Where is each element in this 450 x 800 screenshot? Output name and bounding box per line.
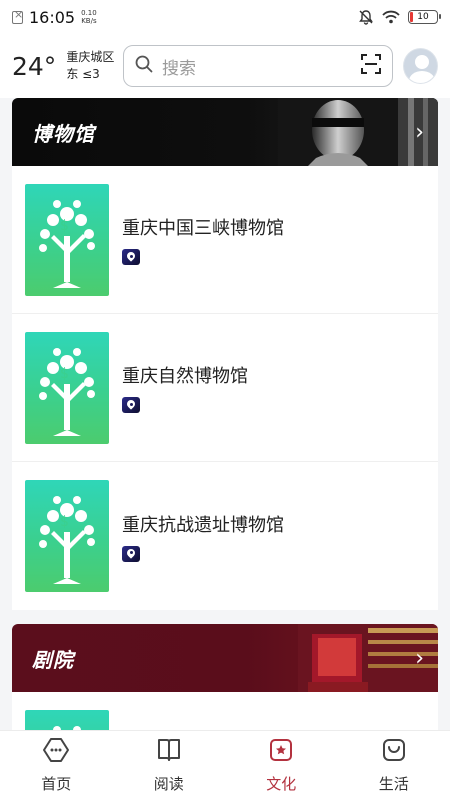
battery-fill [410,12,413,22]
weather-location[interactable]: 重庆城区 东 ≤3 [66,49,117,83]
tree-logo-icon: $ [39,347,95,436]
museum-list: $ 重庆中国三峡博物馆 $ 重庆自然博物馆 $ 重庆抗战遗址博物馆 [12,166,438,610]
museum-name: 重庆中国三峡博物馆 [122,218,284,239]
tab-culture-label: 文化 [266,775,297,793]
tab-life[interactable]: 生活 [338,731,450,800]
svg-text:$: $ [60,218,69,234]
museum-name: 重庆抗战遗址博物馆 [122,514,284,536]
theatre-section-banner[interactable]: 剧院 › [12,624,438,692]
book-icon [156,737,182,767]
culture-icon [268,737,294,767]
museum-section-banner[interactable]: 博物馆 › [12,98,438,166]
tree-logo-icon: $ [39,199,95,288]
tab-life-label: 生活 [378,775,409,793]
tab-reading-label: 阅读 [153,775,184,793]
chevron-right-icon: › [415,120,424,145]
life-bag-icon [381,737,407,767]
museum-name: 重庆自然博物馆 [122,366,248,387]
list-item[interactable]: $ 重庆自然博物馆 [12,314,438,462]
battery-indicator: 10 [408,10,441,24]
content-scroll[interactable]: 博物馆 › $ 重庆中国三峡博物馆 $ 重庆自然博物馆 $ 重庆抗战遗址博物馆 … [12,98,438,730]
svg-text:$: $ [60,514,69,530]
location-pin-icon[interactable] [122,249,140,265]
avatar[interactable] [402,48,439,84]
museum-thumbnail: $ [25,183,109,296]
search-bar[interactable]: 搜索 [123,45,393,87]
chevron-right-icon: › [415,646,424,671]
tree-logo-icon: $ [39,496,95,584]
section-gap [12,610,438,624]
tab-home[interactable]: 首页 [0,731,113,800]
tab-reading[interactable]: 阅读 [113,731,226,800]
scan-icon[interactable] [360,53,382,79]
search-icon [134,54,154,78]
museum-section-title: 博物馆 [32,122,95,146]
tree-logo-icon [53,726,81,730]
museum-thumbnail: $ [25,331,109,444]
status-time: 16:05 [29,7,76,27]
location-pin-icon[interactable] [122,397,140,413]
battery-level: 10 [417,12,429,22]
network-speed-unit: KB/s [81,17,97,25]
network-speed-value: 0.10 [81,9,97,17]
status-bar: 16:05 0.10 KB/s 10 [0,0,450,34]
museum-thumbnail: $ [25,480,109,592]
bottom-tab-bar: 首页 阅读 文化 生活 [0,730,450,800]
sim-icon [12,8,23,24]
location-pin-icon[interactable] [122,545,140,562]
tab-home-label: 首页 [41,775,72,793]
network-speed: 0.10 KB/s [81,9,97,25]
statue-image [278,98,438,166]
top-header: 24° 重庆城区 东 ≤3 搜索 [0,34,450,98]
theatre-list [12,692,438,730]
theatre-thumbnail [25,710,109,730]
weather-temperature[interactable]: 24° [12,52,56,81]
theatre-section-title: 剧院 [32,648,74,672]
list-item[interactable]: $ 重庆抗战遗址博物馆 [12,462,438,610]
home-icon [42,737,70,767]
weather-wind: 东 ≤3 [66,67,100,81]
mute-bell-icon [358,9,374,25]
wifi-icon [382,10,400,24]
search-input[interactable]: 搜索 [162,54,360,79]
weather-city: 重庆城区 [66,50,115,64]
list-item[interactable] [12,692,438,730]
svg-text:$: $ [60,366,69,382]
list-item[interactable]: $ 重庆中国三峡博物馆 [12,166,438,314]
tab-culture[interactable]: 文化 [225,731,338,800]
